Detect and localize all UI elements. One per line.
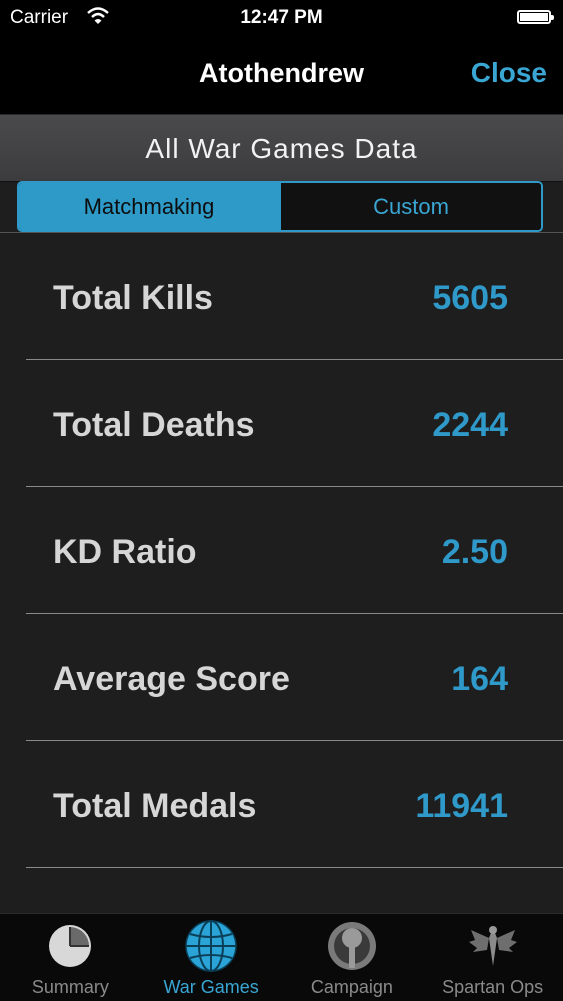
stat-label: Total Kills [53, 279, 213, 317]
stat-label: Average Score [53, 660, 290, 698]
tab-campaign[interactable]: Campaign [282, 914, 423, 1001]
status-bar: Carrier 12:47 PM [0, 0, 563, 36]
stat-row-total-medals: Total Medals 11941 [0, 741, 563, 868]
section-header: All War Games Data [0, 114, 563, 182]
stats-list: Total Kills 5605 Total Deaths 2244 KD Ra… [0, 233, 563, 868]
stat-label: Total Medals [53, 787, 257, 825]
stat-value: 2.50 [441, 533, 508, 571]
stat-value: 164 [451, 660, 508, 698]
tab-bar: Summary War Games Campaign Spartan Ops [0, 913, 563, 1001]
section-title: All War Games Data [145, 133, 418, 164]
stat-row-total-kills: Total Kills 5605 [0, 233, 563, 360]
tab-label: Campaign [310, 977, 393, 997]
stat-value: 2244 [432, 406, 508, 444]
stat-label: KD Ratio [53, 533, 197, 571]
segmented-control: Matchmaking Custom [17, 181, 543, 232]
row-divider [26, 867, 563, 868]
tab-spartan-ops[interactable]: Spartan Ops [422, 914, 563, 1001]
stat-row-total-deaths: Total Deaths 2244 [0, 360, 563, 487]
close-button[interactable]: Close [471, 57, 547, 89]
clock: 12:47 PM [240, 7, 323, 28]
tab-label: War Games [163, 977, 259, 997]
tab-summary[interactable]: Summary [0, 914, 141, 1001]
stat-value: 11941 [415, 787, 508, 825]
tab-war-games[interactable]: War Games [141, 914, 282, 1001]
stat-row-average-score: Average Score 164 [0, 614, 563, 741]
stat-row-kd-ratio: KD Ratio 2.50 [0, 487, 563, 614]
navigation-bar: Atothendrew Close [0, 36, 563, 114]
stat-label: Total Deaths [53, 406, 255, 444]
globe-icon [185, 920, 237, 972]
battery-icon [517, 10, 554, 24]
eagle-emblem-icon [468, 922, 517, 970]
campaign-emblem-icon [327, 922, 376, 970]
segment-custom[interactable]: Custom [279, 183, 541, 230]
segment-matchmaking[interactable]: Matchmaking [19, 183, 279, 230]
stat-value: 5605 [432, 279, 508, 317]
pie-chart-icon [46, 922, 94, 970]
tab-label: Summary [31, 977, 109, 997]
tab-label: Spartan Ops [442, 977, 544, 997]
